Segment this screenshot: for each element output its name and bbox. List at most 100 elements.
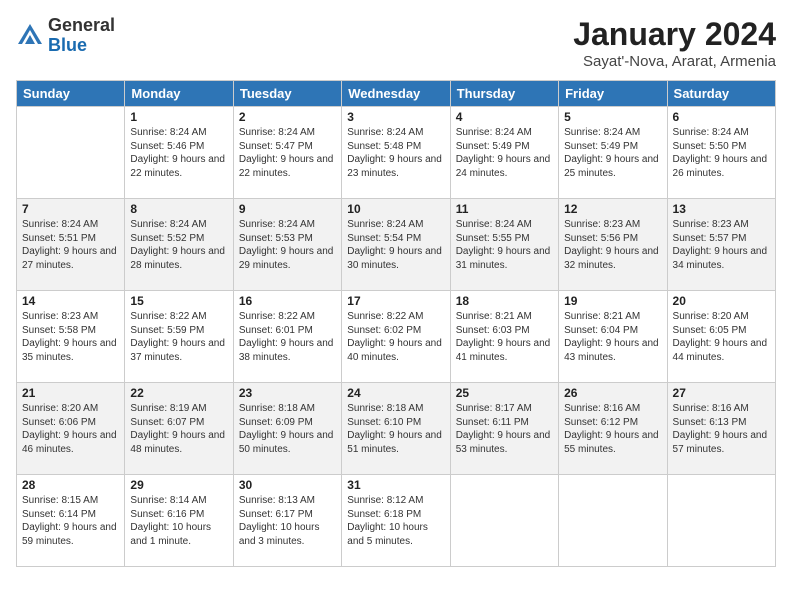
calendar-cell: 21 Sunrise: 8:20 AMSunset: 6:06 PMDayligh… bbox=[17, 383, 125, 475]
day-number: 19 bbox=[564, 294, 661, 308]
calendar-cell bbox=[667, 475, 775, 567]
calendar-cell: 16 Sunrise: 8:22 AMSunset: 6:01 PMDayligh… bbox=[233, 291, 341, 383]
logo: General Blue bbox=[16, 16, 115, 56]
calendar-cell: 22 Sunrise: 8:19 AMSunset: 6:07 PMDayligh… bbox=[125, 383, 233, 475]
day-number: 16 bbox=[239, 294, 336, 308]
day-info: Sunrise: 8:21 AMSunset: 6:03 PMDaylight:… bbox=[456, 310, 553, 364]
day-info: Sunrise: 8:20 AMSunset: 6:05 PMDaylight:… bbox=[673, 310, 770, 364]
calendar-cell: 26Sunrise: 8:16 AMSunset: 6:12 PMDayligh… bbox=[559, 383, 667, 475]
page-container: General Blue January 2024 Sayat'-Nova, A… bbox=[0, 0, 792, 612]
day-number: 9 bbox=[239, 202, 336, 216]
calendar-cell: 28 Sunrise: 8:15 AMSunset: 6:14 PMDayligh… bbox=[17, 475, 125, 567]
day-info: Sunrise: 8:24 AMSunset: 5:54 PMDaylight:… bbox=[347, 218, 444, 272]
day-info: Sunrise: 8:22 AMSunset: 6:01 PMDaylight:… bbox=[239, 310, 336, 364]
calendar-cell: 2 Sunrise: 8:24 AMSunset: 5:47 PMDaylight… bbox=[233, 107, 341, 199]
day-number: 30 bbox=[239, 478, 336, 492]
location-title: Sayat'-Nova, Ararat, Armenia bbox=[573, 53, 776, 70]
day-number: 2 bbox=[239, 110, 336, 124]
calendar-week-row: 7 Sunrise: 8:24 AMSunset: 5:51 PMDaylight… bbox=[17, 199, 776, 291]
day-info: Sunrise: 8:17 AMSunset: 6:11 PMDaylight:… bbox=[456, 402, 553, 456]
day-info: Sunrise: 8:12 AMSunset: 6:18 PMDaylight:… bbox=[347, 494, 444, 548]
calendar-cell bbox=[17, 107, 125, 199]
day-number: 10 bbox=[347, 202, 444, 216]
day-info: Sunrise: 8:18 AMSunset: 6:09 PMDaylight:… bbox=[239, 402, 336, 456]
calendar-cell: 23 Sunrise: 8:18 AMSunset: 6:09 PMDayligh… bbox=[233, 383, 341, 475]
month-title: January 2024 bbox=[573, 16, 776, 53]
day-info: Sunrise: 8:14 AMSunset: 6:16 PMDaylight:… bbox=[130, 494, 227, 548]
calendar-cell: 31 Sunrise: 8:12 AMSunset: 6:18 PMDayligh… bbox=[342, 475, 450, 567]
day-number: 22 bbox=[130, 386, 227, 400]
logo-blue: Blue bbox=[48, 36, 115, 56]
calendar-cell: 13 Sunrise: 8:23 AMSunset: 5:57 PMDayligh… bbox=[667, 199, 775, 291]
day-info: Sunrise: 8:24 AMSunset: 5:55 PMDaylight:… bbox=[456, 218, 553, 272]
calendar-cell: 3Sunrise: 8:24 AMSunset: 5:48 PMDaylight… bbox=[342, 107, 450, 199]
day-number: 6 bbox=[673, 110, 770, 124]
calendar-week-row: 1Sunrise: 8:24 AMSunset: 5:46 PMDaylight… bbox=[17, 107, 776, 199]
calendar-cell: 12 Sunrise: 8:23 AMSunset: 5:56 PMDayligh… bbox=[559, 199, 667, 291]
day-number: 25 bbox=[456, 386, 553, 400]
day-info: Sunrise: 8:20 AMSunset: 6:06 PMDaylight:… bbox=[22, 402, 119, 456]
calendar-cell: 19 Sunrise: 8:21 AMSunset: 6:04 PMDayligh… bbox=[559, 291, 667, 383]
day-info: Sunrise: 8:24 AMSunset: 5:47 PMDaylight:… bbox=[239, 126, 336, 180]
calendar-header-row: Sunday Monday Tuesday Wednesday Thursday… bbox=[17, 81, 776, 107]
day-info: Sunrise: 8:16 AMSunset: 6:12 PMDaylight:… bbox=[564, 402, 661, 456]
day-info: Sunrise: 8:24 AMSunset: 5:51 PMDaylight:… bbox=[22, 218, 119, 272]
calendar-cell: 14Sunrise: 8:23 AMSunset: 5:58 PMDayligh… bbox=[17, 291, 125, 383]
day-number: 15 bbox=[130, 294, 227, 308]
day-info: Sunrise: 8:23 AMSunset: 5:56 PMDaylight:… bbox=[564, 218, 661, 272]
calendar-cell: 8Sunrise: 8:24 AMSunset: 5:52 PMDaylight… bbox=[125, 199, 233, 291]
day-number: 24 bbox=[347, 386, 444, 400]
calendar-cell: 27Sunrise: 8:16 AMSunset: 6:13 PMDayligh… bbox=[667, 383, 775, 475]
day-number: 3 bbox=[347, 110, 444, 124]
calendar-cell bbox=[450, 475, 558, 567]
calendar-cell: 5Sunrise: 8:24 AMSunset: 5:49 PMDaylight… bbox=[559, 107, 667, 199]
day-info: Sunrise: 8:24 AMSunset: 5:49 PMDaylight:… bbox=[456, 126, 553, 180]
day-number: 17 bbox=[347, 294, 444, 308]
col-friday: Friday bbox=[559, 81, 667, 107]
logo-general: General bbox=[48, 16, 115, 36]
col-sunday: Sunday bbox=[17, 81, 125, 107]
calendar-cell: 4 Sunrise: 8:24 AMSunset: 5:49 PMDaylight… bbox=[450, 107, 558, 199]
calendar-cell bbox=[559, 475, 667, 567]
day-info: Sunrise: 8:24 AMSunset: 5:50 PMDaylight:… bbox=[673, 126, 770, 180]
calendar-week-row: 21 Sunrise: 8:20 AMSunset: 6:06 PMDayligh… bbox=[17, 383, 776, 475]
col-tuesday: Tuesday bbox=[233, 81, 341, 107]
calendar-cell: 30 Sunrise: 8:13 AMSunset: 6:17 PMDayligh… bbox=[233, 475, 341, 567]
day-info: Sunrise: 8:24 AMSunset: 5:46 PMDaylight:… bbox=[130, 126, 227, 180]
day-number: 11 bbox=[456, 202, 553, 216]
day-number: 29 bbox=[130, 478, 227, 492]
day-info: Sunrise: 8:21 AMSunset: 6:04 PMDaylight:… bbox=[564, 310, 661, 364]
calendar-cell: 15 Sunrise: 8:22 AMSunset: 5:59 PMDayligh… bbox=[125, 291, 233, 383]
day-number: 12 bbox=[564, 202, 661, 216]
header: General Blue January 2024 Sayat'-Nova, A… bbox=[16, 16, 776, 70]
day-info: Sunrise: 8:19 AMSunset: 6:07 PMDaylight:… bbox=[130, 402, 227, 456]
day-number: 13 bbox=[673, 202, 770, 216]
day-number: 4 bbox=[456, 110, 553, 124]
calendar-cell: 24 Sunrise: 8:18 AMSunset: 6:10 PMDayligh… bbox=[342, 383, 450, 475]
day-info: Sunrise: 8:13 AMSunset: 6:17 PMDaylight:… bbox=[239, 494, 336, 548]
calendar-week-row: 28 Sunrise: 8:15 AMSunset: 6:14 PMDayligh… bbox=[17, 475, 776, 567]
day-info: Sunrise: 8:18 AMSunset: 6:10 PMDaylight:… bbox=[347, 402, 444, 456]
logo-icon bbox=[16, 22, 44, 50]
col-monday: Monday bbox=[125, 81, 233, 107]
day-info: Sunrise: 8:15 AMSunset: 6:14 PMDaylight:… bbox=[22, 494, 119, 548]
day-info: Sunrise: 8:22 AMSunset: 6:02 PMDaylight:… bbox=[347, 310, 444, 364]
title-block: January 2024 Sayat'-Nova, Ararat, Armeni… bbox=[573, 16, 776, 70]
calendar-cell: 6 Sunrise: 8:24 AMSunset: 5:50 PMDaylight… bbox=[667, 107, 775, 199]
day-number: 7 bbox=[22, 202, 119, 216]
day-info: Sunrise: 8:23 AMSunset: 5:57 PMDaylight:… bbox=[673, 218, 770, 272]
day-number: 23 bbox=[239, 386, 336, 400]
logo-text: General Blue bbox=[48, 16, 115, 56]
day-number: 21 bbox=[22, 386, 119, 400]
day-number: 31 bbox=[347, 478, 444, 492]
day-info: Sunrise: 8:24 AMSunset: 5:53 PMDaylight:… bbox=[239, 218, 336, 272]
calendar-cell: 20 Sunrise: 8:20 AMSunset: 6:05 PMDayligh… bbox=[667, 291, 775, 383]
day-info: Sunrise: 8:22 AMSunset: 5:59 PMDaylight:… bbox=[130, 310, 227, 364]
calendar-cell: 11 Sunrise: 8:24 AMSunset: 5:55 PMDayligh… bbox=[450, 199, 558, 291]
day-number: 20 bbox=[673, 294, 770, 308]
calendar-cell: 25 Sunrise: 8:17 AMSunset: 6:11 PMDayligh… bbox=[450, 383, 558, 475]
calendar-cell: 18Sunrise: 8:21 AMSunset: 6:03 PMDayligh… bbox=[450, 291, 558, 383]
calendar-cell: 10 Sunrise: 8:24 AMSunset: 5:54 PMDayligh… bbox=[342, 199, 450, 291]
day-number: 28 bbox=[22, 478, 119, 492]
calendar-cell: 29 Sunrise: 8:14 AMSunset: 6:16 PMDayligh… bbox=[125, 475, 233, 567]
